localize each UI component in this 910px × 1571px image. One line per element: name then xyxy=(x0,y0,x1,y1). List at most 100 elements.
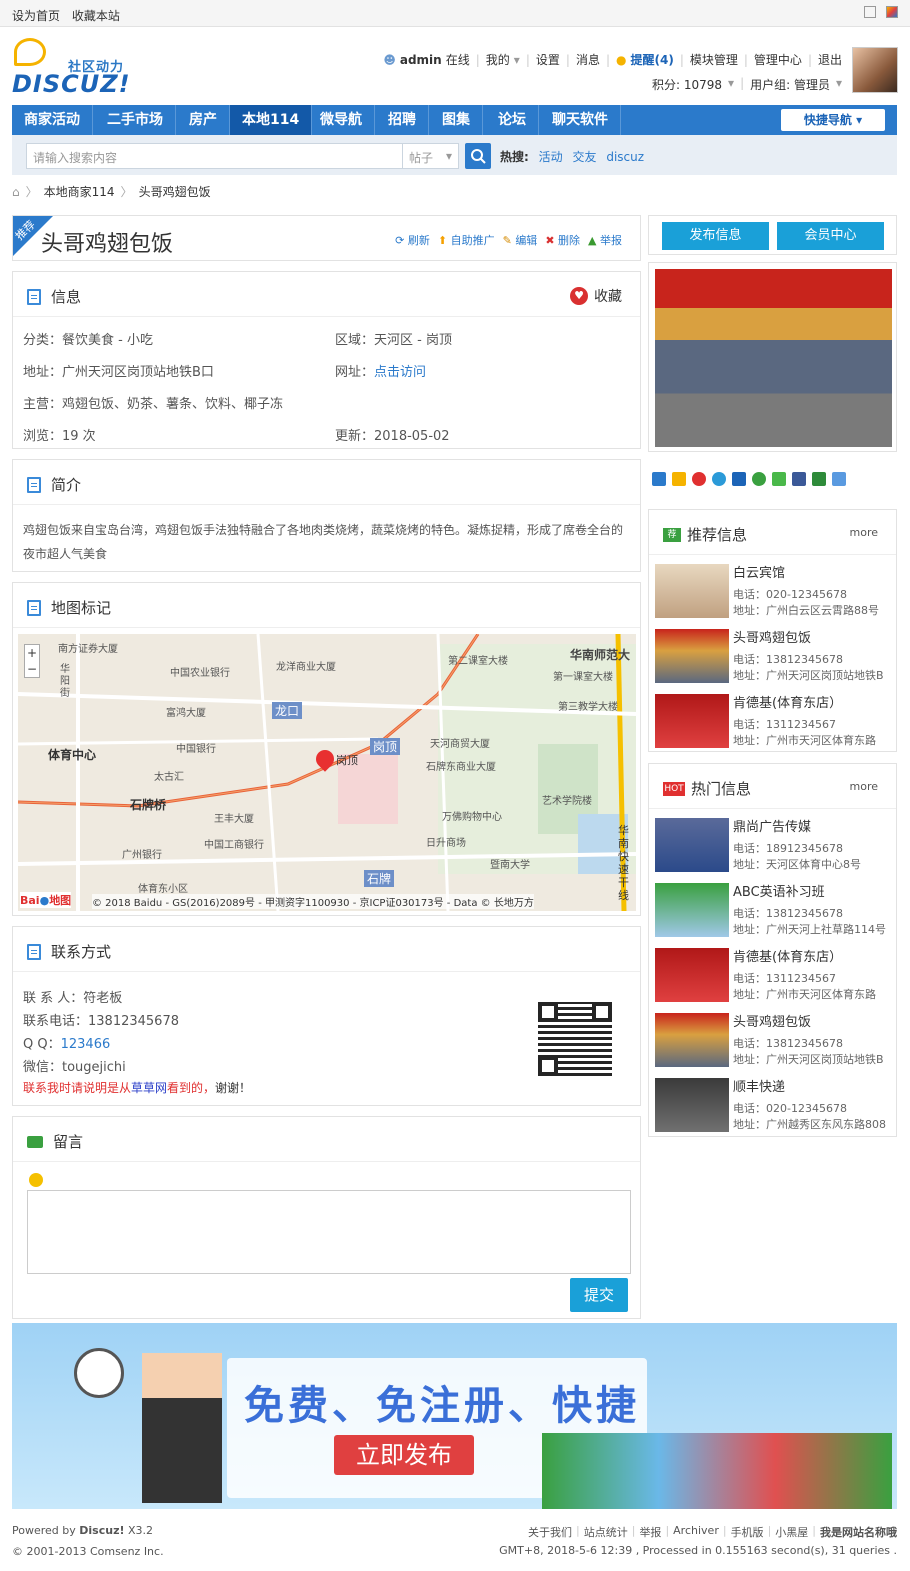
info-updated: 更新：2018-05-02 xyxy=(335,429,450,444)
promote-action[interactable]: ⬆ 自助推广 xyxy=(438,232,495,248)
home-icon[interactable]: ⌂ xyxy=(12,185,20,199)
recommend-more-link[interactable]: more xyxy=(850,526,879,539)
nav-item-second-hand[interactable]: 二手市场 xyxy=(95,105,176,135)
promo-banner[interactable]: 免费、免注册、快捷 立即发布 xyxy=(12,1323,897,1509)
avatar[interactable] xyxy=(852,47,898,93)
map-label: 太古汇 xyxy=(154,772,184,783)
list-item[interactable]: 鼎尚广告传媒 电话：18912345678 地址：天河区体育中心8号 xyxy=(655,818,895,878)
nav-item-local114[interactable]: 本地114 xyxy=(230,105,313,135)
list-item[interactable]: 头哥鸡翅包饭 电话：13812345678 地址：广州天河区岗顶站地铁B xyxy=(655,629,895,689)
publish-now-button[interactable]: 立即发布 xyxy=(334,1435,474,1475)
nav-item-jobs[interactable]: 招聘 xyxy=(376,105,429,135)
side-actions: 发布信息 会员中心 xyxy=(648,215,897,255)
map-copyright: © 2018 Baidu - GS(2016)2089号 - 甲测资字11009… xyxy=(92,894,534,909)
my-menu[interactable]: 我的 xyxy=(486,51,510,68)
footer-link-archiver[interactable]: Archiver xyxy=(673,1524,719,1540)
facebook-icon[interactable] xyxy=(792,472,806,486)
recommend-panel: 荐推荐信息 more 白云宾馆 电话：020-12345678 地址：广州白云区云霄… xyxy=(648,509,897,752)
footer-link-sitename[interactable]: 我是网站名称哦 xyxy=(820,1524,897,1540)
list-item[interactable]: 肯德基(体育东店） 电话：1311234567 地址：广州市天河区体育东路 xyxy=(655,948,895,1008)
message-textarea[interactable] xyxy=(27,1190,631,1274)
discuz-link[interactable]: Discuz! xyxy=(79,1524,124,1537)
refresh-action[interactable]: ⟳ 刷新 xyxy=(395,232,430,248)
list-item[interactable]: 顺丰快递 电话：020-12345678 地址：广州越秀区东风东路808 xyxy=(655,1078,895,1138)
module-manage-link[interactable]: 模块管理 xyxy=(690,51,738,68)
fullscreen-icon[interactable] xyxy=(864,6,876,18)
hot-search-item[interactable]: 活动 xyxy=(539,150,563,164)
douban-icon[interactable] xyxy=(812,472,826,486)
footer-link-blackroom[interactable]: 小黑屋 xyxy=(775,1524,808,1540)
submit-button[interactable]: 提交 xyxy=(570,1278,628,1312)
nav-item-micro-nav[interactable]: 微导航 xyxy=(308,105,375,135)
nav-item-forum[interactable]: 论坛 xyxy=(486,105,539,135)
share-plus-icon[interactable] xyxy=(652,472,666,486)
list-item[interactable]: ABC英语补习班 电话：13812345678 地址：广州天河上社草路114号 xyxy=(655,883,895,943)
logout-link[interactable]: 退出 xyxy=(818,51,842,68)
hot-panel: HOT 热门信息 more 鼎尚广告传媒 电话：18912345678 地址：天河区体… xyxy=(648,763,897,1137)
nav-item-chat[interactable]: 聊天软件 xyxy=(540,105,621,135)
favorite-button[interactable]: ♥ 收藏 xyxy=(570,286,622,306)
nav-item-gallery[interactable]: 图集 xyxy=(430,105,483,135)
admin-center-link[interactable]: 管理中心 xyxy=(754,51,802,68)
edit-action[interactable]: ✎ 编辑 xyxy=(503,232,538,248)
map-label: 华阳街 xyxy=(60,664,70,699)
wechat-icon[interactable] xyxy=(772,472,786,486)
main-nav: 商家活动 二手市场 房产 本地114 微导航 招聘 图集 论坛 聊天软件 快捷导… xyxy=(12,105,897,135)
footer-link-report[interactable]: 举报 xyxy=(639,1524,661,1540)
info-panel: 信息 ♥ 收藏 分类：餐饮美食 - 小吃 区域：天河区 - 岗顶 地址：广州天河区… xyxy=(12,271,641,449)
hot-search-item[interactable]: 交友 xyxy=(572,150,596,164)
search-type-select[interactable]: 帖子 ▾ xyxy=(403,143,459,169)
post-info-button[interactable]: 发布信息 xyxy=(662,222,769,250)
share-star-icon[interactable] xyxy=(672,472,686,486)
search-input[interactable]: 请输入搜索内容 xyxy=(26,143,403,169)
city-skyline xyxy=(542,1433,892,1509)
hot-more-link[interactable]: more xyxy=(850,780,879,793)
listing-actions: ⟳ 刷新 ⬆ 自助推广 ✎ 编辑 ✖ 删除 ▲ 举报 xyxy=(395,232,622,248)
hot-search-label: 热搜: xyxy=(500,150,529,164)
quick-nav-button[interactable]: 快捷导航 ▾ xyxy=(781,109,885,131)
nav-item-house[interactable]: 房产 xyxy=(177,105,230,135)
contact-phone: 联系电话：13812345678 xyxy=(23,1014,179,1029)
username-link[interactable]: admin xyxy=(400,53,442,67)
messages-link[interactable]: 消息 xyxy=(576,51,600,68)
footer-link-stats[interactable]: 站点统计 xyxy=(584,1524,628,1540)
map-zoom-control[interactable]: + − xyxy=(24,644,40,678)
map-label: 中国银行 xyxy=(176,744,216,755)
emoji-icon[interactable] xyxy=(29,1173,43,1187)
hot-search-item[interactable]: discuz xyxy=(606,150,644,164)
report-action[interactable]: ▲ 举报 xyxy=(588,232,622,248)
map-marker-label: 岗顶 xyxy=(336,754,358,767)
footer-link-mobile[interactable]: 手机版 xyxy=(731,1524,764,1540)
bookmark-link[interactable]: 收藏本站 xyxy=(72,9,120,23)
usergroup-link[interactable]: 用户组: 管理员 xyxy=(750,76,830,93)
footer-link-about[interactable]: 关于我们 xyxy=(528,1524,572,1540)
weibo-icon[interactable] xyxy=(692,472,706,486)
map-label: 天河商贸大厦 xyxy=(430,739,490,750)
style-switch-icon[interactable] xyxy=(886,6,898,18)
map-label: 华南师范大 xyxy=(570,648,631,662)
search-button[interactable] xyxy=(465,143,491,169)
site-logo[interactable]: 社区动力 DISCUZ! xyxy=(12,36,137,98)
points-link[interactable]: 积分: 10798 xyxy=(652,76,722,93)
map-label: 广州银行 xyxy=(122,850,162,861)
nav-item-merchant-activity[interactable]: 商家活动 xyxy=(12,105,93,135)
list-item[interactable]: 肯德基(体育东店） 电话：1311234567 地址：广州市天河区体育东路 xyxy=(655,694,895,754)
recommend-badge-icon: 荐 xyxy=(663,527,681,542)
share-a-icon[interactable] xyxy=(732,472,746,486)
reminders-link[interactable]: 提醒(4) xyxy=(630,51,673,68)
member-center-button[interactable]: 会员中心 xyxy=(777,222,884,250)
map-label: 富鸿大厦 xyxy=(166,708,206,719)
breadcrumb-level1[interactable]: 本地商家114 xyxy=(44,183,115,200)
set-home-link[interactable]: 设为首页 xyxy=(12,9,60,23)
share-p-icon[interactable] xyxy=(712,472,726,486)
qq-link[interactable]: 123466 xyxy=(61,1037,111,1052)
intro-panel: 简介 鸡翅包饭来自宝岛台湾，鸡翅包饭手法独特融合了各地肉类烧烤，蔬菜烧烤的特色。… xyxy=(12,459,641,572)
map-view[interactable]: + − 岗顶 南方证券大厦 华阳街 中国农业银行 龙洋商业大厦 第二课室大楼 华南… xyxy=(18,634,636,911)
share-copy-icon[interactable] xyxy=(832,472,846,486)
website-link[interactable]: 点击访问 xyxy=(374,365,426,380)
settings-link[interactable]: 设置 xyxy=(536,51,560,68)
share-clover-icon[interactable] xyxy=(752,472,766,486)
list-item[interactable]: 头哥鸡翅包饭 电话：13812345678 地址：广州天河区岗顶站地铁B xyxy=(655,1013,895,1073)
list-item[interactable]: 白云宾馆 电话：020-12345678 地址：广州白云区云霄路88号 xyxy=(655,564,895,624)
delete-action[interactable]: ✖ 删除 xyxy=(545,232,580,248)
